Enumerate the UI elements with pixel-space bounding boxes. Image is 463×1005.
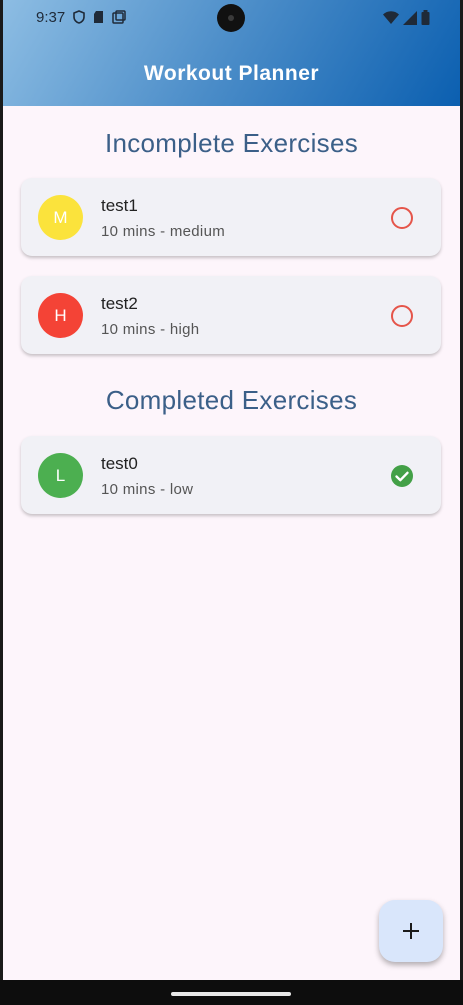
- exercise-name: test0: [101, 454, 138, 473]
- incomplete-circle-icon[interactable]: [390, 304, 414, 328]
- screenshot-icon: [112, 10, 126, 24]
- completed-section-title: Completed Exercises: [105, 385, 358, 415]
- exercise-detail: 10 mins - low: [101, 481, 194, 498]
- front-camera: [217, 4, 245, 32]
- signal-icon: [403, 10, 417, 25]
- intensity-avatar: L: [38, 453, 83, 498]
- home-gesture-handle[interactable]: [171, 992, 291, 996]
- exercise-card-test2[interactable]: H test2 10 mins - high: [21, 276, 441, 354]
- exercise-detail: 10 mins - medium: [101, 223, 226, 240]
- exercise-name: test2: [101, 294, 138, 313]
- exercise-name: test1: [101, 196, 138, 215]
- incomplete-section-title: Incomplete Exercises: [104, 128, 359, 158]
- intensity-avatar: H: [38, 293, 83, 338]
- intensity-avatar: M: [38, 195, 83, 240]
- status-bar: 9:37: [3, 0, 460, 36]
- exercise-card-test0[interactable]: L test0 10 mins - low: [21, 436, 441, 514]
- add-exercise-button[interactable]: [379, 900, 443, 962]
- app-screen: 9:37 Workout Planner Incomplete Exercise…: [3, 0, 460, 980]
- plus-icon: [403, 923, 419, 939]
- app-bar: 9:37 Workout Planner: [3, 0, 460, 106]
- check-circle-icon[interactable]: [390, 464, 414, 488]
- exercise-detail: 10 mins - high: [101, 321, 200, 338]
- battery-icon: [421, 10, 430, 25]
- sd-card-icon: [94, 11, 103, 23]
- exercise-card-test1[interactable]: M test1 10 mins - medium: [21, 178, 441, 256]
- status-time: 9:37: [36, 9, 66, 26]
- status-notification-icons: [73, 10, 126, 24]
- status-system-icons: [383, 10, 430, 25]
- incomplete-circle-icon[interactable]: [390, 206, 414, 230]
- app-title: Workout Planner: [143, 62, 320, 85]
- shield-icon: [73, 10, 85, 24]
- wifi-icon: [383, 11, 399, 24]
